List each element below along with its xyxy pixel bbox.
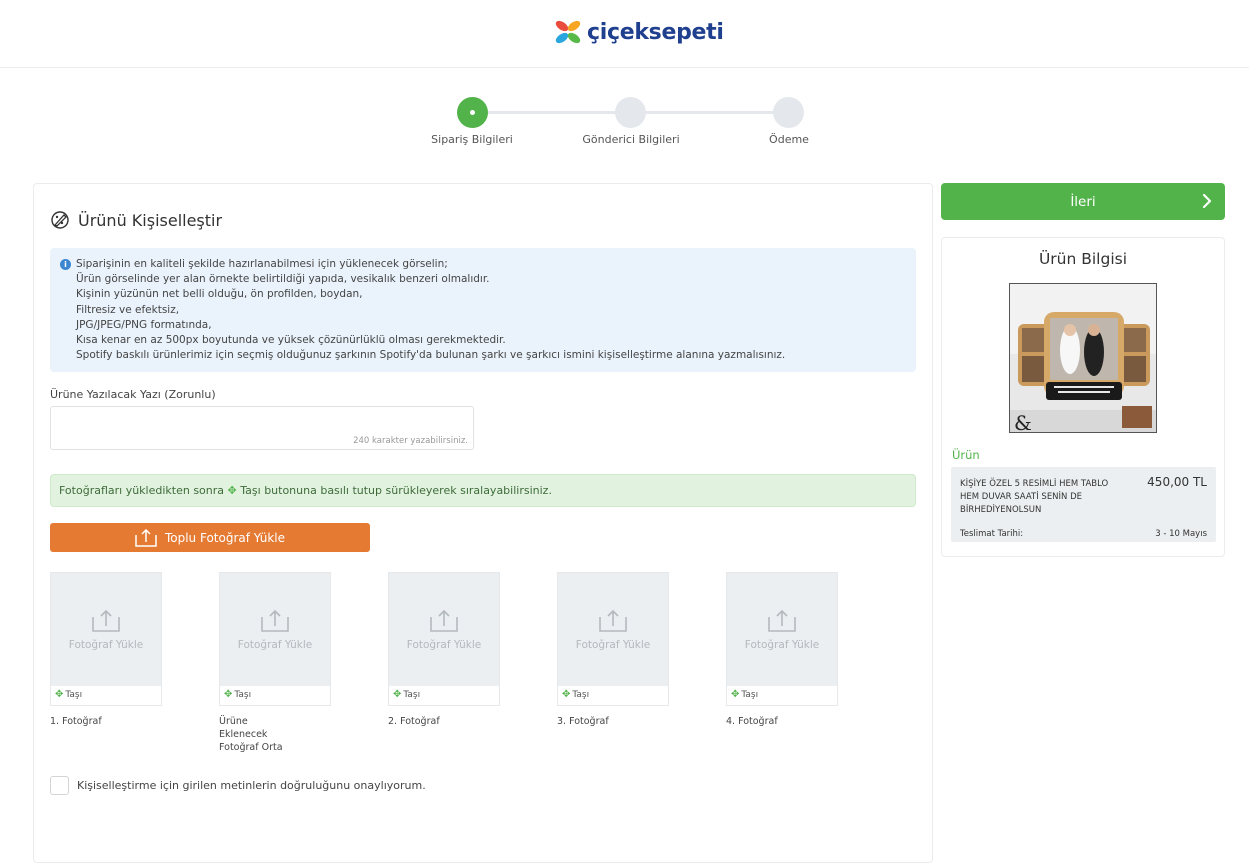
chevron-right-icon <box>1202 193 1212 209</box>
move-icon: ✥ <box>55 689 64 700</box>
step-connector <box>487 111 617 114</box>
move-icon: ✥ <box>224 689 233 700</box>
move-handle[interactable]: ✥ Taşı <box>393 689 420 700</box>
sort-hint-box: Fotoğrafları yükledikten sonra ✥ Taşı bu… <box>50 474 916 507</box>
upload-icon <box>768 609 796 632</box>
upload-icon <box>135 528 157 547</box>
photo-caption: Ürüne Eklenecek Fotoğraf Orta <box>219 716 283 753</box>
move-icon: ✥ <box>227 484 237 497</box>
sort-hint-after: butonuna basılı tutup sürükleyerek sıral… <box>264 484 552 497</box>
move-handle[interactable]: ✥ Taşı <box>224 689 251 700</box>
photo-slot-center: Fotoğraf Yükle ✥ Taşı Ürüne Eklenecek Fo… <box>219 572 331 754</box>
logo-flower-icon <box>555 20 581 44</box>
brush-icon <box>51 211 69 229</box>
personalize-card: Ürünü Kişiselleştir i Siparişinin en kal… <box>33 183 933 863</box>
move-icon: ✥ <box>393 689 402 700</box>
step-label-gonderici: Gönderici Bilgileri <box>582 133 680 146</box>
svg-text:&: & <box>1014 411 1032 433</box>
photo-slot-2: Fotoğraf Yükle ✥ Taşı 2. Fotoğraf <box>388 572 500 728</box>
section-title-row: Ürünü Kişiselleştir <box>50 210 222 230</box>
move-label: Taşı <box>234 689 252 700</box>
product-info-card: Ürün Bilgisi & Ürün KİŞİYE ÖZEL 5 RESİML… <box>941 237 1225 557</box>
move-label: Taşı <box>65 689 83 700</box>
move-icon: ✥ <box>562 689 571 700</box>
move-label: Taşı <box>403 689 421 700</box>
header: çiçeksepeti <box>0 0 1249 68</box>
move-label: Taşı <box>741 689 759 700</box>
photo-caption: 2. Fotoğraf <box>388 716 440 727</box>
info-line: JPG/JPEG/PNG formatında, <box>76 318 212 331</box>
step-dot-odeme <box>773 97 804 128</box>
confirm-row: Kişiselleştirme için girilen metinlerin … <box>50 776 426 795</box>
delivery-date: 3 - 10 Mayıs <box>1155 529 1207 539</box>
move-icon: ✥ <box>731 689 740 700</box>
photo-upload-box[interactable]: Fotoğraf Yükle ✥ Taşı <box>219 572 331 706</box>
upload-icon <box>92 609 120 632</box>
photo-upload-box[interactable]: Fotoğraf Yükle ✥ Taşı <box>557 572 669 706</box>
move-handle[interactable]: ✥ Taşı <box>562 689 589 700</box>
photo-upload-area[interactable]: Fotoğraf Yükle <box>220 573 330 686</box>
product-name: KİŞİYE ÖZEL 5 RESİMLİ HEM TABLO HEM DUVA… <box>960 479 1109 515</box>
confirm-checkbox[interactable] <box>50 776 69 795</box>
photo-upload-area[interactable]: Fotoğraf Yükle <box>389 573 499 686</box>
info-line: Kişinin yüzünün net belli olduğu, ön pro… <box>76 288 363 301</box>
photo-upload-label: Fotoğraf Yükle <box>237 638 313 651</box>
info-line: Siparişinin en kaliteli şekilde hazırlan… <box>76 258 448 270</box>
photo-caption: 3. Fotoğraf <box>557 716 609 727</box>
next-button-label: İleri <box>1070 193 1096 210</box>
info-icon: i <box>60 259 71 270</box>
product-summary: KİŞİYE ÖZEL 5 RESİMLİ HEM TABLO HEM DUVA… <box>951 467 1216 542</box>
char-counter: 240 karakter yazabilirsiniz. <box>353 436 468 446</box>
bulk-upload-label: Toplu Fotoğraf Yükle <box>164 530 286 545</box>
info-line: Ürün görselinde yer alan örnekte belirti… <box>76 273 490 286</box>
photo-slot-3: Fotoğraf Yükle ✥ Taşı 3. Fotoğraf <box>557 572 669 728</box>
upload-icon <box>261 609 289 632</box>
product-price: 450,00 TL <box>1147 475 1207 489</box>
photo-upload-label: Fotoğraf Yükle <box>744 638 820 651</box>
photo-upload-box[interactable]: Fotoğraf Yükle ✥ Taşı <box>388 572 500 706</box>
photo-upload-box[interactable]: Fotoğraf Yükle ✥ Taşı <box>50 572 162 706</box>
text-field-label: Ürüne Yazılacak Yazı (Zorunlu) <box>50 388 216 401</box>
photo-slot-1: Fotoğraf Yükle ✥ Taşı 1. Fotoğraf <box>50 572 162 728</box>
step-connector <box>645 111 775 114</box>
info-box: i Siparişinin en kaliteli şekilde hazırl… <box>50 248 916 372</box>
logo[interactable]: çiçeksepeti <box>553 17 724 47</box>
next-button[interactable]: İleri <box>941 183 1225 220</box>
section-title: Ürünü Kişiselleştir <box>78 210 223 230</box>
info-line: Kısa kenar en az 500px boyutunda ve yüks… <box>76 334 506 347</box>
upload-icon <box>430 609 458 632</box>
logo-text: çiçeksepeti <box>587 19 724 45</box>
upload-icon <box>599 609 627 632</box>
info-line: Spotify baskılı ürünlerimiz için seçmiş … <box>76 349 786 362</box>
sort-hint-move-word: Taşı <box>240 484 261 497</box>
move-handle[interactable]: ✥ Taşı <box>731 689 758 700</box>
confirm-label: Kişiselleştirme için girilen metinlerin … <box>77 779 426 792</box>
step-label-siparis: Sipariş Bilgileri <box>431 133 513 146</box>
product-text-input[interactable]: 240 karakter yazabilirsiniz. <box>50 406 474 450</box>
step-dot-gonderici <box>615 97 646 128</box>
photo-upload-box[interactable]: Fotoğraf Yükle ✥ Taşı <box>726 572 838 706</box>
photo-upload-label: Fotoğraf Yükle <box>575 638 651 651</box>
photo-caption: 1. Fotoğraf <box>50 716 102 727</box>
checkout-stepper: Sipariş Bilgileri Gönderici Bilgileri Öd… <box>0 96 1249 156</box>
info-line: Filtresiz ve efektsiz, <box>76 303 180 316</box>
product-info-title: Ürün Bilgisi <box>1038 250 1128 268</box>
product-photo: & <box>1010 284 1156 433</box>
photo-upload-label: Fotoğraf Yükle <box>406 638 482 651</box>
photo-slot-4: Fotoğraf Yükle ✥ Taşı 4. Fotoğraf <box>726 572 838 728</box>
photo-upload-label: Fotoğraf Yükle <box>68 638 144 651</box>
photo-upload-area[interactable]: Fotoğraf Yükle <box>558 573 668 686</box>
move-handle[interactable]: ✥ Taşı <box>55 689 82 700</box>
move-label: Taşı <box>572 689 590 700</box>
step-label-odeme: Ödeme <box>769 133 809 146</box>
delivery-label: Teslimat Tarihi: <box>960 529 1024 539</box>
photo-caption: 4. Fotoğraf <box>726 716 778 727</box>
photo-upload-area[interactable]: Fotoğraf Yükle <box>727 573 837 686</box>
photo-upload-area[interactable]: Fotoğraf Yükle <box>51 573 161 686</box>
sort-hint-before: Fotoğrafları yükledikten sonra <box>59 484 225 497</box>
step-dot-siparis <box>457 97 488 128</box>
product-section-label: Ürün <box>952 448 980 462</box>
bulk-upload-button[interactable]: Toplu Fotoğraf Yükle <box>50 523 370 552</box>
product-image[interactable]: & <box>1009 283 1157 433</box>
